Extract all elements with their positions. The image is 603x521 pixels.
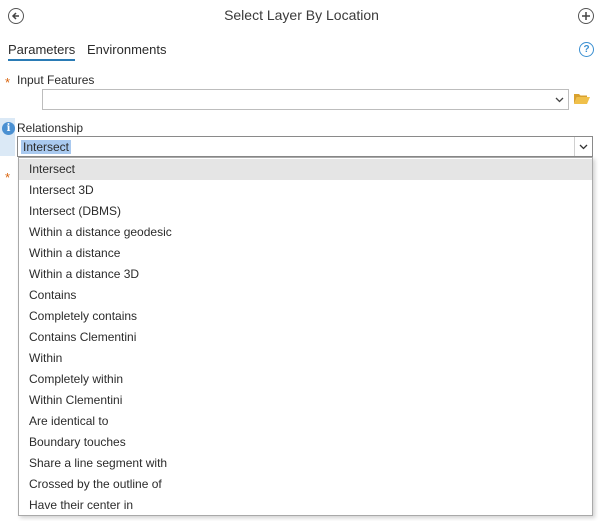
required-indicator: * xyxy=(5,170,11,185)
required-indicator: * xyxy=(5,75,11,90)
list-item[interactable]: Completely within xyxy=(19,369,592,390)
list-item[interactable]: Boundary touches xyxy=(19,432,592,453)
input-features-label: Input Features xyxy=(17,73,95,87)
plus-circle-icon xyxy=(582,12,590,20)
relationship-select[interactable]: Intersect xyxy=(17,136,593,157)
folder-open-icon[interactable] xyxy=(573,91,591,106)
list-item[interactable]: Within a distance xyxy=(19,243,592,264)
list-item[interactable]: Contains Clementini xyxy=(19,327,592,348)
chevron-down-icon[interactable] xyxy=(579,144,588,150)
help-icon[interactable]: ? xyxy=(579,42,594,57)
list-item[interactable]: Intersect xyxy=(19,159,592,180)
input-features-combo[interactable] xyxy=(42,89,569,110)
relationship-dropdown-list[interactable]: Intersect Intersect 3D Intersect (DBMS) … xyxy=(18,157,593,516)
list-item[interactable]: Completely contains xyxy=(19,306,592,327)
tab-parameters[interactable]: Parameters xyxy=(8,42,76,61)
list-item[interactable]: Contains xyxy=(19,285,592,306)
list-item[interactable]: Intersect 3D xyxy=(19,180,592,201)
list-item[interactable]: Crossed by the outline of xyxy=(19,474,592,495)
page-title: Select Layer By Location xyxy=(224,7,379,23)
list-item[interactable]: Within xyxy=(19,348,592,369)
list-item[interactable]: Intersect (DBMS) xyxy=(19,201,592,222)
relationship-selected-value: Intersect xyxy=(21,140,72,154)
chevron-down-icon[interactable] xyxy=(555,97,564,103)
info-icon[interactable]: i xyxy=(2,122,15,135)
list-item[interactable]: Within a distance geodesic xyxy=(19,222,592,243)
list-item[interactable]: Within Clementini xyxy=(19,390,592,411)
tab-environments[interactable]: Environments xyxy=(87,42,166,57)
relationship-label: Relationship xyxy=(17,121,84,135)
dropdown-toggle[interactable] xyxy=(574,137,592,156)
list-item[interactable]: Within a distance 3D xyxy=(19,264,592,285)
add-button[interactable] xyxy=(578,8,594,24)
list-item[interactable]: Have their center in xyxy=(19,495,592,516)
list-item[interactable]: Are identical to xyxy=(19,411,592,432)
list-item[interactable]: Share a line segment with xyxy=(19,453,592,474)
